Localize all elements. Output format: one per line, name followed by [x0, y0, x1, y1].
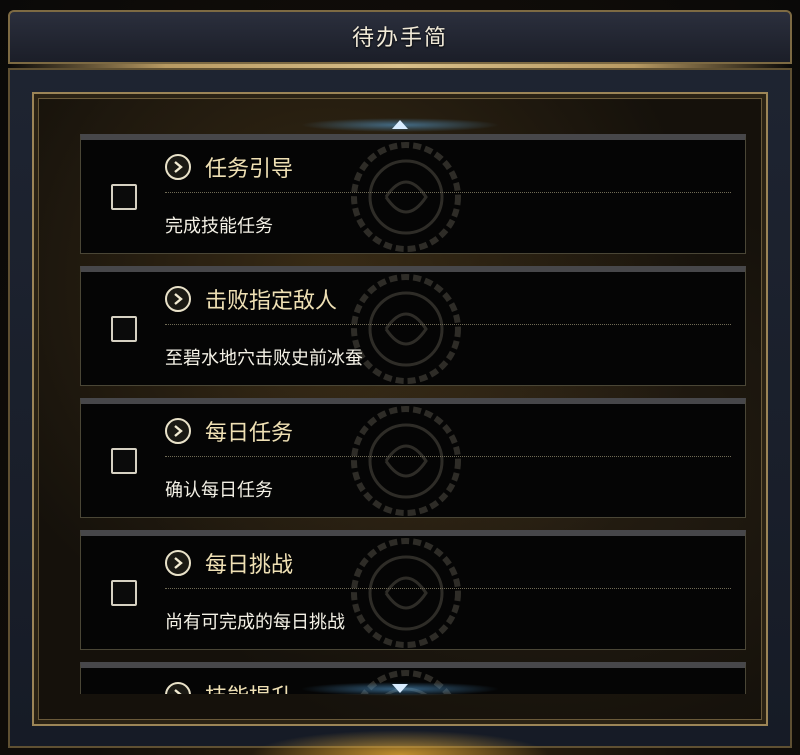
scroll-up-indicator[interactable]: [300, 118, 500, 132]
todo-title: 任务引导: [205, 157, 294, 182]
todo-description: 至碧水地穴击败史前冰蚕: [165, 348, 363, 369]
todo-checkbox[interactable]: [111, 448, 137, 474]
chevron-right-icon[interactable]: [165, 154, 191, 180]
todo-title: 技能提升: [205, 679, 293, 694]
todo-item[interactable]: 任务引导 完成技能任务: [80, 134, 746, 254]
divider: [165, 456, 731, 457]
todo-description: 尚有可完成的每日挑战: [165, 612, 345, 633]
scroll-down-indicator[interactable]: [300, 682, 500, 696]
decorative-emblem-icon: [351, 538, 461, 648]
todo-item[interactable]: 每日挑战 尚有可完成的每日挑战: [80, 530, 746, 650]
chevron-right-icon[interactable]: [165, 418, 191, 444]
divider: [165, 324, 731, 325]
todo-item[interactable]: 每日任务 确认每日任务: [80, 398, 746, 518]
todo-description: 完成技能任务: [165, 216, 273, 237]
todo-title: 击败指定敌人: [205, 289, 338, 314]
todo-checkbox[interactable]: [111, 184, 137, 210]
divider: [165, 192, 731, 193]
todo-title: 每日任务: [205, 421, 294, 446]
todo-item[interactable]: 击败指定敌人 至碧水地穴击败史前冰蚕: [80, 266, 746, 386]
todo-checkbox[interactable]: [111, 316, 137, 342]
triangle-down-icon: [392, 684, 408, 693]
chevron-right-icon[interactable]: [165, 286, 191, 312]
bottom-glow: [250, 730, 550, 755]
window-title: 待办手简: [351, 26, 448, 51]
todo-checkbox[interactable]: [111, 580, 137, 606]
todo-description: 确认每日任务: [165, 480, 273, 501]
divider: [165, 588, 731, 589]
triangle-up-icon: [392, 120, 408, 129]
todo-list[interactable]: 任务引导 完成技能任务 击败指定敌人 至碧水地穴击败史前冰蚕 每日任务 确认每日…: [80, 134, 746, 694]
decorative-emblem-icon: [351, 406, 461, 516]
title-bar: 待办手简: [8, 10, 792, 68]
chevron-right-icon[interactable]: [165, 550, 191, 576]
todo-title: 每日挑战: [205, 553, 294, 578]
chevron-right-icon[interactable]: [165, 682, 191, 694]
decorative-emblem-icon: [351, 142, 461, 252]
